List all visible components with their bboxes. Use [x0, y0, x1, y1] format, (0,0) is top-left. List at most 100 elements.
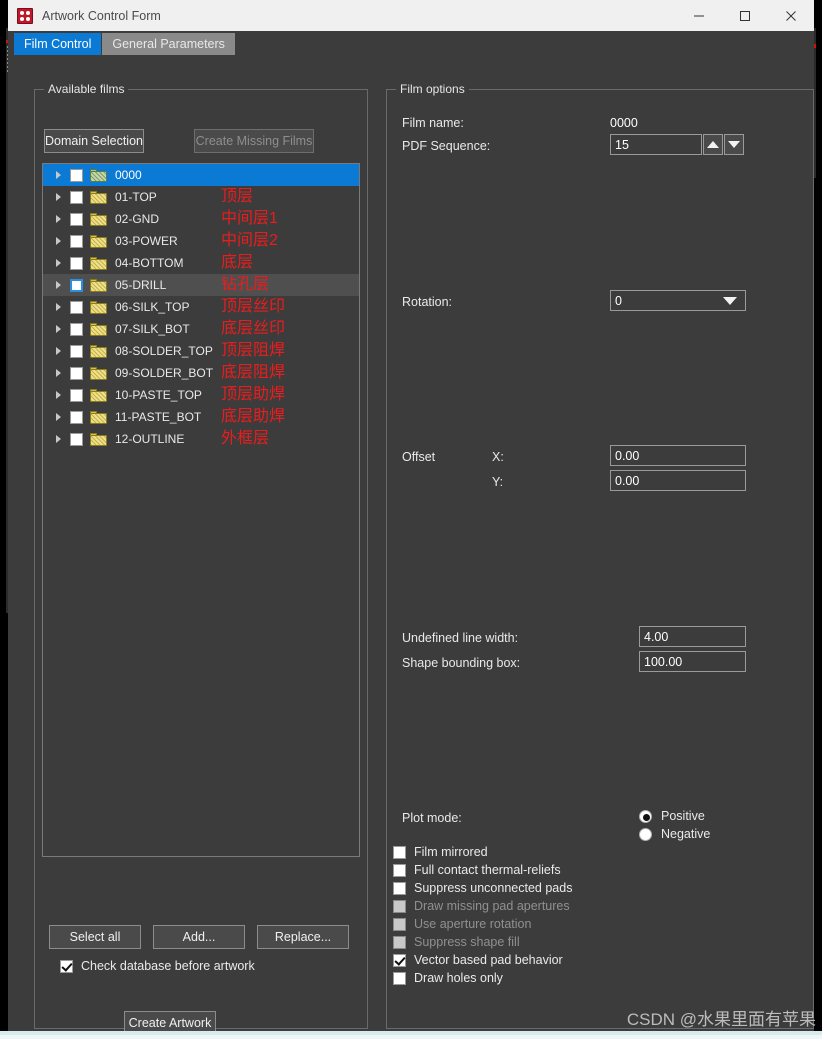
maximize-button[interactable]	[722, 0, 768, 31]
available-films-legend: Available films	[44, 82, 128, 96]
window-controls	[676, 0, 814, 31]
folder-icon	[90, 213, 107, 226]
create-missing-films-button: Create Missing Films	[194, 129, 314, 153]
expand-arrow-icon[interactable]	[51, 259, 65, 267]
film-checkbox[interactable]	[70, 169, 83, 182]
add-button[interactable]: Add...	[153, 925, 245, 949]
pdf-sequence-decrement-button[interactable]	[724, 134, 744, 155]
checkbox-box	[393, 846, 406, 859]
plot-mode-radio[interactable]: Negative	[639, 827, 710, 841]
film-option-checkbox[interactable]: Vector based pad behavior	[393, 953, 563, 967]
film-checkbox[interactable]	[70, 279, 83, 292]
replace-button[interactable]: Replace...	[257, 925, 349, 949]
film-list-item[interactable]: 08-SOLDER_TOP顶层阻焊	[43, 340, 359, 362]
film-list-item[interactable]: 11-PASTE_BOT底层助焊	[43, 406, 359, 428]
checkbox-box	[60, 960, 73, 973]
title-bar[interactable]: Artwork Control Form	[8, 0, 814, 31]
film-name: 09-SOLDER_BOT	[115, 366, 219, 380]
minimize-button[interactable]	[676, 0, 722, 31]
tab-film-control[interactable]: Film Control	[14, 33, 101, 55]
expand-arrow-icon[interactable]	[51, 237, 65, 245]
expand-arrow-icon[interactable]	[51, 369, 65, 377]
chevron-up-icon	[707, 141, 719, 148]
film-name: 0000	[115, 168, 219, 182]
radio-indicator	[639, 810, 652, 823]
checkbox-box	[393, 882, 406, 895]
film-name-value: 0000	[610, 116, 638, 130]
folder-icon	[90, 367, 107, 380]
film-checkbox[interactable]	[70, 433, 83, 446]
radio-indicator	[639, 828, 652, 841]
film-checkbox[interactable]	[70, 389, 83, 402]
offset-y-input[interactable]: 0.00	[610, 470, 746, 491]
film-option-checkbox: Use aperture rotation	[393, 917, 531, 931]
film-name: 06-SILK_TOP	[115, 300, 219, 314]
artwork-control-form-window: Artwork Control Form Film Control Genera…	[8, 0, 814, 1031]
rotation-select[interactable]: 0	[610, 290, 746, 311]
checkbox-box	[393, 954, 406, 967]
film-option-checkbox[interactable]: Suppress unconnected pads	[393, 881, 572, 895]
film-option-label: Suppress unconnected pads	[414, 881, 572, 895]
chevron-down-icon	[723, 297, 737, 305]
film-option-label: Vector based pad behavior	[414, 953, 563, 967]
film-list[interactable]: 0000 01-TOP顶层02-GND中间层103-POWER中间层204-BOT…	[42, 163, 360, 857]
check-database-before-artwork-checkbox[interactable]: Check database before artwork	[60, 959, 255, 973]
tab-general-parameters[interactable]: General Parameters	[102, 33, 235, 55]
window-title: Artwork Control Form	[42, 9, 676, 23]
pdf-sequence-input[interactable]: 15	[610, 134, 702, 155]
film-list-item[interactable]: 03-POWER中间层2	[43, 230, 359, 252]
film-checkbox[interactable]	[70, 235, 83, 248]
expand-arrow-icon[interactable]	[51, 281, 65, 289]
close-button[interactable]	[768, 0, 814, 31]
plot-mode-radio[interactable]: Positive	[639, 809, 705, 823]
film-option-checkbox[interactable]: Draw holes only	[393, 971, 503, 985]
expand-arrow-icon[interactable]	[51, 435, 65, 443]
film-list-item[interactable]: 01-TOP顶层	[43, 186, 359, 208]
expand-arrow-icon[interactable]	[51, 193, 65, 201]
shape-bounding-box-input[interactable]: 100.00	[639, 651, 746, 672]
film-option-checkbox[interactable]: Film mirrored	[393, 845, 488, 859]
film-list-item[interactable]: 05-DRILL钻孔层	[43, 274, 359, 296]
film-list-item[interactable]: 12-OUTLINE外框层	[43, 428, 359, 450]
film-option-checkbox: Suppress shape fill	[393, 935, 520, 949]
expand-arrow-icon[interactable]	[51, 171, 65, 179]
film-checkbox[interactable]	[70, 367, 83, 380]
film-list-item[interactable]: 09-SOLDER_BOT底层阻焊	[43, 362, 359, 384]
expand-arrow-icon[interactable]	[51, 347, 65, 355]
film-list-item[interactable]: 07-SILK_BOT底层丝印	[43, 318, 359, 340]
watermark: CSDN @水果里面有苹果	[627, 1005, 816, 1030]
film-checkbox[interactable]	[70, 213, 83, 226]
folder-icon	[90, 433, 107, 446]
domain-selection-button[interactable]: Domain Selection	[44, 129, 144, 153]
expand-arrow-icon[interactable]	[51, 325, 65, 333]
shape-bounding-box-label: Shape bounding box:	[402, 656, 520, 670]
film-list-item[interactable]: 06-SILK_TOP顶层丝印	[43, 296, 359, 318]
rotation-value: 0	[615, 294, 723, 308]
film-name: 02-GND	[115, 212, 219, 226]
film-checkbox[interactable]	[70, 257, 83, 270]
film-annotation: 钻孔层	[221, 277, 269, 293]
select-all-button[interactable]: Select all	[49, 925, 141, 949]
folder-icon	[90, 301, 107, 314]
film-name: 12-OUTLINE	[115, 432, 219, 446]
film-checkbox[interactable]	[70, 191, 83, 204]
film-checkbox[interactable]	[70, 301, 83, 314]
film-checkbox[interactable]	[70, 411, 83, 424]
film-list-item[interactable]: 04-BOTTOM底层	[43, 252, 359, 274]
film-checkbox[interactable]	[70, 323, 83, 336]
undefined-line-width-input[interactable]: 4.00	[639, 626, 746, 647]
film-list-item[interactable]: 0000	[43, 164, 359, 186]
expand-arrow-icon[interactable]	[51, 391, 65, 399]
film-list-item[interactable]: 10-PASTE_TOP顶层助焊	[43, 384, 359, 406]
expand-arrow-icon[interactable]	[51, 413, 65, 421]
pdf-sequence-increment-button[interactable]	[703, 134, 723, 155]
expand-arrow-icon[interactable]	[51, 215, 65, 223]
expand-arrow-icon[interactable]	[51, 303, 65, 311]
film-option-checkbox[interactable]: Full contact thermal-reliefs	[393, 863, 561, 877]
film-checkbox[interactable]	[70, 345, 83, 358]
check-database-label: Check database before artwork	[81, 959, 255, 973]
film-option-label: Use aperture rotation	[414, 917, 531, 931]
offset-x-input[interactable]: 0.00	[610, 445, 746, 466]
film-annotation: 底层助焊	[221, 409, 285, 425]
film-list-item[interactable]: 02-GND中间层1	[43, 208, 359, 230]
